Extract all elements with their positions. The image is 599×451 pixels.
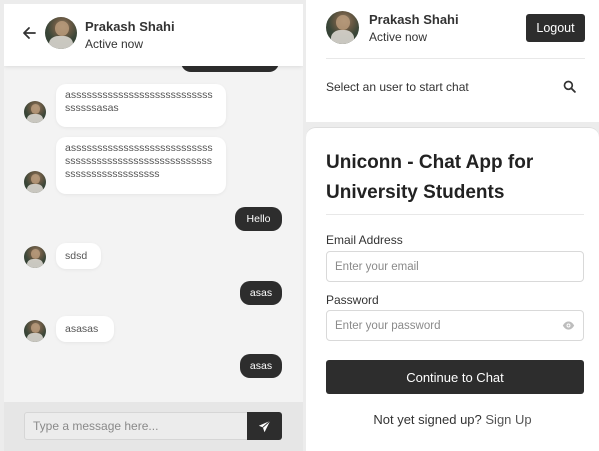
user-status: Active now bbox=[369, 30, 428, 44]
send-button[interactable] bbox=[247, 412, 282, 440]
divider bbox=[326, 214, 584, 215]
incoming-message-bubble: asasas bbox=[56, 316, 114, 342]
message-text: asssssssssssssssssssssssssssssssssssssss… bbox=[65, 142, 213, 180]
outgoing-message-bubble: asas bbox=[240, 354, 282, 378]
select-user-prompt: Select an user to start chat bbox=[326, 80, 469, 94]
message-text: sdsd bbox=[65, 250, 88, 262]
message-input[interactable] bbox=[24, 412, 248, 440]
search-icon[interactable] bbox=[563, 80, 576, 93]
message-avatar bbox=[24, 320, 46, 342]
logout-button[interactable]: Logout bbox=[526, 14, 585, 42]
email-field[interactable] bbox=[326, 251, 584, 282]
contact-name: Prakash Shahi bbox=[85, 19, 175, 34]
user-panel: Prakash Shahi Active now Logout Select a… bbox=[306, 0, 599, 122]
eye-icon[interactable] bbox=[562, 319, 575, 332]
message-avatar bbox=[24, 171, 46, 193]
signup-link[interactable]: Sign Up bbox=[485, 412, 531, 427]
incoming-message-bubble: sdsd bbox=[56, 243, 101, 269]
login-form: Uniconn - Chat App for University Studen… bbox=[306, 127, 599, 451]
message-text: Hello bbox=[246, 213, 271, 225]
incoming-message-bubble: asssssssssssssssssssssssssssssssssssssss… bbox=[56, 137, 226, 194]
page-title: Uniconn - Chat App for University Studen… bbox=[326, 152, 534, 203]
signup-prompt: Not yet signed up? bbox=[373, 412, 482, 427]
message-text: asssssssssssssssssssssssssssssssssasas bbox=[65, 89, 213, 114]
password-field[interactable] bbox=[326, 310, 584, 341]
continue-button[interactable]: Continue to Chat bbox=[326, 360, 584, 394]
message-text: asas bbox=[249, 287, 273, 299]
message-avatar bbox=[24, 246, 46, 268]
outgoing-message-bubble: asas bbox=[240, 281, 282, 305]
message-composer bbox=[4, 402, 303, 451]
user-name: Prakash Shahi bbox=[369, 12, 459, 27]
message-text: asas bbox=[249, 360, 273, 372]
outgoing-message-bubble: Hello bbox=[235, 207, 282, 231]
message-text: asasas bbox=[65, 323, 99, 335]
chat-window: asssssssssssssssssssssssssssssssssasas a… bbox=[4, 4, 303, 451]
paper-plane-icon bbox=[258, 419, 271, 432]
incoming-message-bubble: asssssssssssssssssssssssssssssssssasas bbox=[56, 84, 226, 127]
avatar bbox=[45, 17, 77, 49]
avatar bbox=[326, 11, 359, 44]
contact-status: Active now bbox=[85, 37, 144, 51]
password-label: Password bbox=[326, 293, 379, 307]
arrow-left-icon[interactable] bbox=[22, 26, 36, 40]
signup-row: Not yet signed up? Sign Up bbox=[306, 412, 599, 427]
divider bbox=[326, 58, 585, 59]
email-label: Email Address bbox=[326, 233, 403, 247]
message-avatar bbox=[24, 101, 46, 123]
chat-header: Prakash Shahi Active now bbox=[4, 4, 303, 66]
